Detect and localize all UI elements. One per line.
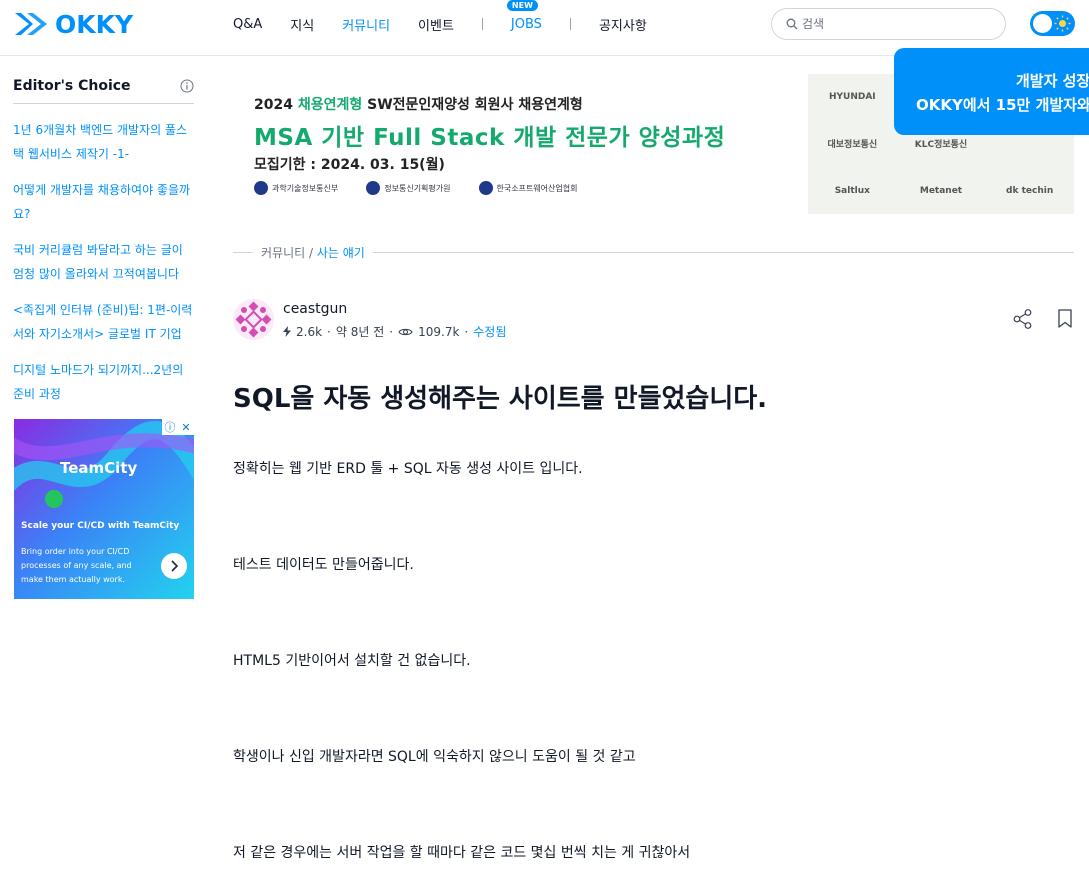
ad-choices[interactable]: ⓘ ✕	[162, 419, 194, 435]
org-name: 한국소프트웨어산업협회	[496, 183, 578, 193]
org-logo: 한국소프트웨어산업협회	[478, 181, 578, 195]
search-input[interactable]	[802, 17, 992, 31]
breadcrumb-category[interactable]: 커뮤니티	[261, 246, 305, 260]
post-paragraph: 정확히는 웹 기반 ERD 툴 + SQL 자동 생성 사이트 입니다.	[233, 461, 583, 477]
chevron-right-icon	[171, 560, 179, 572]
floating-promo[interactable]: 개발자 성장 OKKY에서 15만 개발자와	[894, 48, 1089, 135]
ad-close-icon[interactable]: ✕	[178, 419, 194, 435]
info-icon[interactable]	[180, 79, 194, 93]
theme-toggle[interactable]	[1030, 11, 1075, 36]
view-count: 109.7k	[418, 324, 460, 339]
breadcrumb-line	[372, 251, 1074, 253]
nav-jobs-label: JOBS	[510, 16, 542, 32]
share-icon[interactable]	[1012, 308, 1034, 330]
post-paragraph: 학생이나 신입 개발자라면 SQL에 익숙하지 않으니 도움이 될 것 같고	[233, 749, 636, 765]
logo-text: OKKY	[55, 9, 134, 39]
post-paragraph: 저 같은 경우에는 서버 작업을 할 때마다 같은 코드 몇십 번씩 치는 게 …	[233, 845, 691, 861]
new-badge: NEW	[506, 0, 538, 11]
editors-choice-header: Editor's Choice	[13, 68, 194, 104]
ad-brand: TeamCity	[60, 459, 138, 477]
org-emblem-icon	[254, 181, 268, 195]
okky-logo[interactable]: OKKY	[13, 9, 133, 39]
editors-choice-item[interactable]: 어떻게 개발자를 채용하여야 좋을까요?	[13, 178, 194, 226]
post-title: SQL을 자동 생성해주는 사이트를 만들었습니다.	[233, 384, 768, 414]
partner-logo: HYUNDAI	[828, 92, 876, 103]
edited-label: 수정됨	[473, 325, 507, 339]
meta-dot: ·	[327, 324, 331, 339]
eye-icon	[398, 328, 413, 335]
logo-mark-icon	[15, 13, 47, 35]
nav-jobs[interactable]: NEW JOBS	[506, 0, 542, 32]
bookmark-icon[interactable]	[1056, 308, 1074, 330]
banner-deadline: 모집기한 : 2024. 03. 15(월)	[254, 157, 445, 173]
editors-choice-item[interactable]: 디지털 노마드가 되기까지...2년의 준비 과정	[13, 358, 194, 406]
post-author-bar: ceastgun 2.6k · 약 8년 전 · 109.7k · 수정됨	[233, 299, 1074, 341]
search-icon	[786, 18, 798, 30]
org-logo: 정보통신기획평가원	[366, 181, 451, 195]
breadcrumb-current[interactable]: 사는 얘기	[317, 246, 365, 260]
meta-dot: ·	[464, 324, 469, 339]
nav-knowledge[interactable]: 지식	[290, 15, 314, 34]
partner-logo: Metanet	[919, 185, 963, 196]
nav-community[interactable]: 커뮤니티	[342, 15, 390, 34]
post-paragraph: HTML5 기반이어서 설치할 건 없습니다.	[233, 653, 471, 669]
partner-logo: dk techin	[1006, 185, 1054, 196]
editors-choice-title: Editor's Choice	[13, 77, 131, 94]
nav-divider	[481, 18, 483, 30]
breadcrumb-separator: /	[309, 245, 314, 260]
post-actions	[1012, 308, 1074, 330]
lightning-icon	[283, 326, 291, 337]
partner-logo: KLC정보통신	[914, 140, 968, 151]
search-box[interactable]	[771, 8, 1006, 40]
editors-choice-item[interactable]: 국비 커리큘럼 봐달라고 하는 글이 엄청 많이 올라와서 끄적여봅니다	[13, 238, 194, 286]
author-activity-score: 2.6k	[296, 324, 323, 339]
org-name: 정보통신기획평가원	[384, 183, 451, 193]
banner-orgs: 과학기술정보통신부 정보통신기획평가원 한국소프트웨어산업협회	[254, 181, 577, 195]
editors-choice-list: 1년 6개월차 백엔드 개발자의 풀스택 웹서비스 제작기 -1- 어떻게 개발…	[13, 118, 194, 406]
promo-line1: 개발자 성장	[1016, 72, 1089, 90]
partner-logo: 대보정보통신	[827, 140, 878, 151]
org-name: 과학기술정보통신부	[272, 183, 339, 193]
toggle-knob	[1033, 14, 1052, 33]
banner-subtitle: SW전문인재양성 회원사 채용연계형	[367, 97, 583, 113]
nav-notice[interactable]: 공지사항	[599, 15, 647, 34]
teamcity-ad[interactable]: ⓘ ✕ TeamCity Scale your CI/CD with TeamC…	[14, 419, 194, 599]
post-meta: 2.6k · 약 8년 전 · 109.7k · 수정됨	[283, 323, 506, 340]
ad-body: Bring order into your CI/CD processes of…	[21, 547, 132, 584]
editors-choice-item[interactable]: <족집게 인터뷰 (준비)팁: 1편-이력서와 자기소개서> 글로벌 IT 기업	[13, 298, 194, 346]
author-name[interactable]: ceastgun	[283, 301, 347, 317]
partner-logo: Saltlux	[834, 185, 870, 196]
breadcrumb-line	[233, 251, 253, 253]
editors-choice-item[interactable]: 1년 6개월차 백엔드 개발자의 풀스택 웹서비스 제작기 -1-	[13, 118, 194, 166]
promo-line2: OKKY에서 15만 개발자와	[916, 96, 1089, 114]
banner-highlight: 채용연계형	[297, 97, 363, 113]
sun-icon	[1054, 15, 1071, 32]
banner-line1: 2024 채용연계형 SW전문인재양성 회원사 채용연계형	[254, 94, 583, 114]
ad-arrow-button[interactable]	[161, 553, 187, 579]
post-paragraph: 테스트 데이터도 만들어줍니다.	[233, 557, 414, 573]
main-nav: Q&A 지식 커뮤니티 이벤트 NEW JOBS 공지사항	[233, 0, 675, 48]
banner-year: 2024	[254, 97, 293, 113]
org-logo: 과학기술정보통신부	[254, 181, 338, 195]
org-emblem-icon	[366, 181, 381, 195]
avatar[interactable]	[233, 299, 274, 340]
editors-choice-panel: Editor's Choice 1년 6개월차 백엔드 개발자의 풀스택 웹서비…	[13, 68, 194, 418]
meta-dot: ·	[389, 324, 394, 339]
post-time: 약 8년 전	[335, 325, 385, 339]
breadcrumb: 커뮤니티 / 사는 얘기	[233, 243, 1074, 261]
avatar-pattern-icon	[235, 301, 272, 338]
ad-info-icon[interactable]: ⓘ	[162, 419, 178, 435]
nav-qna[interactable]: Q&A	[233, 17, 262, 32]
org-emblem-icon	[478, 181, 493, 195]
nav-events[interactable]: 이벤트	[418, 15, 454, 34]
banner-headline: MSA 기반 Full Stack 개발 전문가 양성과정	[254, 125, 726, 151]
breadcrumb-text: 커뮤니티 / 사는 얘기	[261, 244, 365, 261]
nav-divider	[569, 18, 571, 30]
ad-headline: Scale your CI/CD with TeamCity	[21, 521, 180, 531]
